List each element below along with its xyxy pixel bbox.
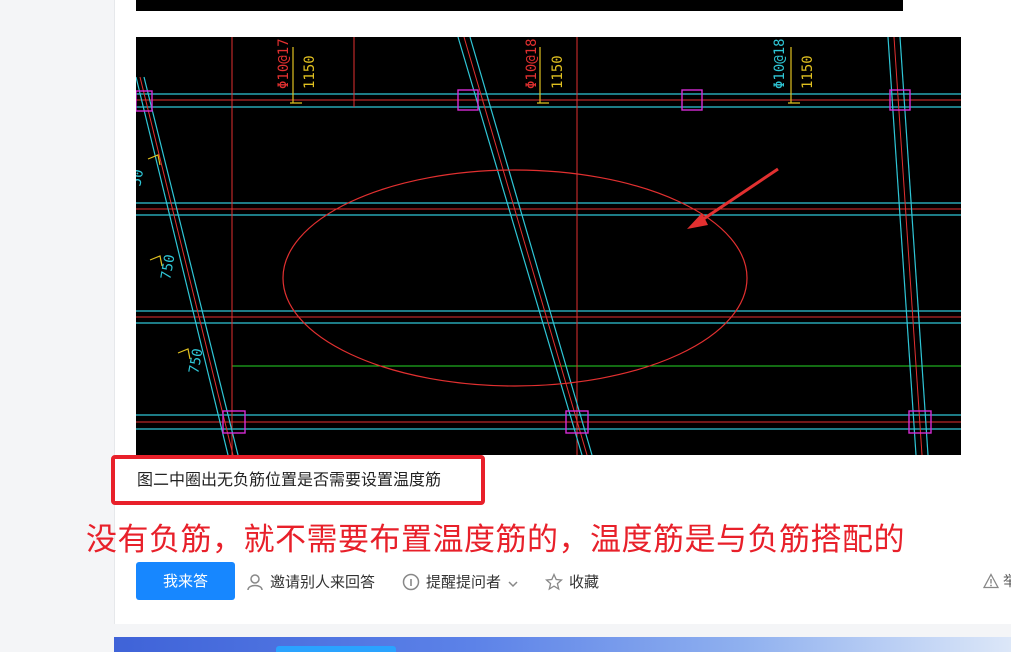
annotation-answer-text: 没有负筋，就不需要布置温度筋的，温度筋是与负筋搭配的 [86, 522, 905, 558]
report-button[interactable]: 举 [982, 571, 1011, 591]
dim-label: 1150 [302, 55, 318, 89]
dim-label: 50 [136, 168, 147, 187]
question-caption: 图二中圈出无负筋位置是否需要设置温度筋 [111, 455, 485, 505]
remind-label: 提醒提问者 [426, 573, 502, 591]
dim-label: 750 [186, 347, 206, 375]
info-icon [402, 573, 420, 591]
cad-drawing: 50 750 750 1150 1150 1150 Φ10@17 Φ10@18 … [136, 37, 961, 455]
dim-label: 1150 [800, 55, 816, 89]
answer-button[interactable]: 我来答 [136, 562, 235, 600]
dim-label: 750 [158, 253, 178, 281]
chevron-down-icon [507, 576, 519, 588]
cad-drawing-image: 50 750 750 1150 1150 1150 Φ10@17 Φ10@18 … [136, 37, 961, 455]
rebar-label: Φ10@17 [276, 38, 292, 89]
caption-text: 图二中圈出无负筋位置是否需要设置温度筋 [137, 470, 442, 489]
star-icon [544, 572, 564, 591]
favorite-label: 收藏 [569, 573, 600, 591]
report-label: 举 [1003, 574, 1011, 590]
remind-button[interactable]: 提醒提问者 [402, 571, 519, 592]
user-icon [246, 573, 264, 591]
rebar-label: Φ10@18 [772, 38, 788, 89]
invite-label: 邀请别人来回答 [270, 573, 376, 591]
banner-tab [276, 646, 396, 652]
bottom-banner[interactable] [114, 637, 1011, 652]
previous-image [136, 0, 903, 11]
dim-label: 1150 [550, 55, 566, 89]
favorite-button[interactable]: 收藏 [544, 571, 600, 592]
rebar-label: Φ10@18 [524, 38, 540, 89]
invite-button[interactable]: 邀请别人来回答 [246, 571, 375, 592]
warning-icon [982, 573, 1000, 589]
annotation-arrow [695, 167, 779, 226]
